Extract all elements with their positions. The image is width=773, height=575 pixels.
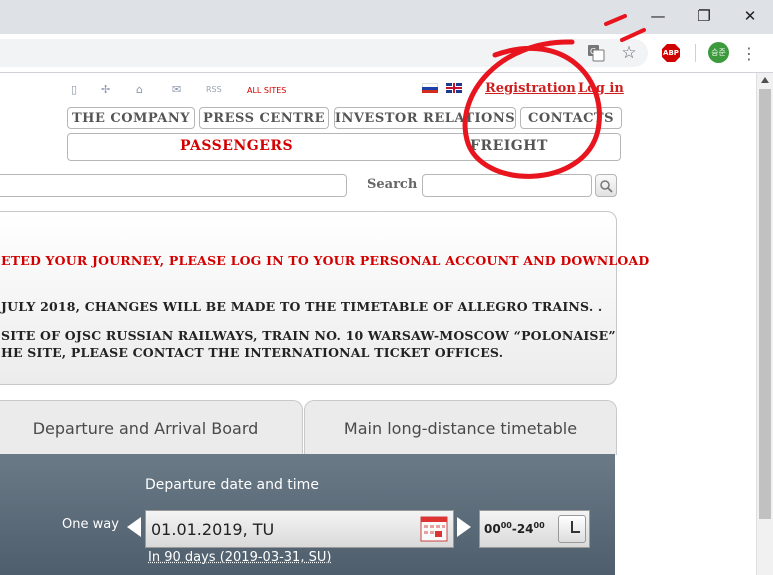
notice-line-4: HE SITE, PLEASE CONTACT THE INTERNATIONA… xyxy=(1,345,504,360)
flag-ru-icon[interactable] xyxy=(422,83,438,93)
nav-investor-relations[interactable]: INVESTOR RELATIONS xyxy=(334,107,516,129)
mobile-icon[interactable]: ▯ xyxy=(71,83,77,96)
profile-initials: 승준 xyxy=(711,48,726,57)
next-date-arrow-icon[interactable] xyxy=(457,517,471,537)
bookmark-star-icon[interactable]: ☆ xyxy=(619,42,639,64)
adblock-label: ABP xyxy=(663,49,679,57)
search-input[interactable] xyxy=(422,174,592,197)
translate-icon[interactable]: G xyxy=(586,43,606,63)
flag-uk-icon[interactable] xyxy=(446,83,462,93)
nav-the-company[interactable]: THE COMPANY xyxy=(67,107,195,129)
svg-text:G: G xyxy=(590,47,596,56)
departure-date-field[interactable]: 01.01.2019, TU xyxy=(145,510,454,548)
segment-bar: PASSENGERS FREIGHT xyxy=(67,133,621,161)
scroll-thumb[interactable] xyxy=(759,89,771,519)
nav-passengers[interactable]: PASSENGERS xyxy=(180,138,293,154)
time-range-value: 0000-2400 xyxy=(484,521,545,536)
home-icon[interactable]: ⌂ xyxy=(136,83,143,96)
page-scrollbar[interactable] xyxy=(756,73,773,575)
browser-toolbar: G ☆ ABP 승준 ⋮ xyxy=(0,34,773,73)
search-label: Search xyxy=(367,177,418,192)
menu-kebab-icon[interactable]: ⋮ xyxy=(741,42,757,64)
restore-icon: ❐ xyxy=(697,7,711,25)
scroll-up-arrow-icon[interactable] xyxy=(761,77,769,83)
clock-icon[interactable] xyxy=(558,515,586,543)
nav-press-centre[interactable]: PRESS CENTRE xyxy=(199,107,329,129)
registration-link[interactable]: Registration xyxy=(485,81,576,96)
minimize-icon: — xyxy=(650,7,666,25)
one-way-label: One way xyxy=(62,517,119,532)
sitemap-icon[interactable]: ✢ xyxy=(101,83,110,96)
browser-title-bar: — ❐ ✕ xyxy=(0,0,773,34)
address-bar[interactable] xyxy=(0,39,648,67)
notice-panel: ETED YOUR JOURNEY, PLEASE LOG IN TO YOUR… xyxy=(0,211,649,385)
prev-date-arrow-icon[interactable] xyxy=(127,517,141,537)
notice-line-3: SITE OF OJSC RUSSIAN RAILWAYS, TRAIN NO.… xyxy=(1,328,616,343)
tab-main-timetable[interactable]: Main long-distance timetable xyxy=(304,400,617,455)
search-button[interactable] xyxy=(595,174,617,197)
restore-button[interactable]: ❐ xyxy=(681,0,727,32)
departure-time-field[interactable]: 0000-2400 xyxy=(479,510,590,548)
notice-line-2: JULY 2018, CHANGES WILL BE MADE TO THE T… xyxy=(1,299,603,314)
page-viewport: ▯ ✢ ⌂ ✉ RSS ALL SITES Registration Log i… xyxy=(0,73,756,575)
nav-freight[interactable]: FREIGHT xyxy=(470,138,548,154)
all-sites-link[interactable]: ALL SITES xyxy=(247,86,286,95)
rss-link[interactable]: RSS xyxy=(206,85,222,94)
mail-icon[interactable]: ✉ xyxy=(172,83,181,96)
login-link[interactable]: Log in xyxy=(578,81,624,96)
days-ahead-link[interactable]: In 90 days (2019-03-31, SU) xyxy=(148,550,331,565)
close-icon: ✕ xyxy=(743,7,757,25)
station-input[interactable] xyxy=(0,174,347,197)
tab-departure-arrival-board[interactable]: Departure and Arrival Board xyxy=(0,400,303,455)
profile-avatar[interactable]: 승준 xyxy=(708,42,729,63)
departure-date-value: 01.01.2019, TU xyxy=(151,520,275,539)
nav-contacts[interactable]: CONTACTS xyxy=(520,107,622,129)
close-button[interactable]: ✕ xyxy=(727,0,773,32)
departure-heading: Departure date and time xyxy=(145,477,319,493)
toolbar-divider xyxy=(695,44,696,62)
search-icon xyxy=(600,179,613,193)
minimize-button[interactable]: — xyxy=(635,0,681,32)
notice-line-1: ETED YOUR JOURNEY, PLEASE LOG IN TO YOUR… xyxy=(1,253,650,268)
calendar-icon xyxy=(420,516,448,542)
adblock-icon[interactable]: ABP xyxy=(661,43,681,63)
